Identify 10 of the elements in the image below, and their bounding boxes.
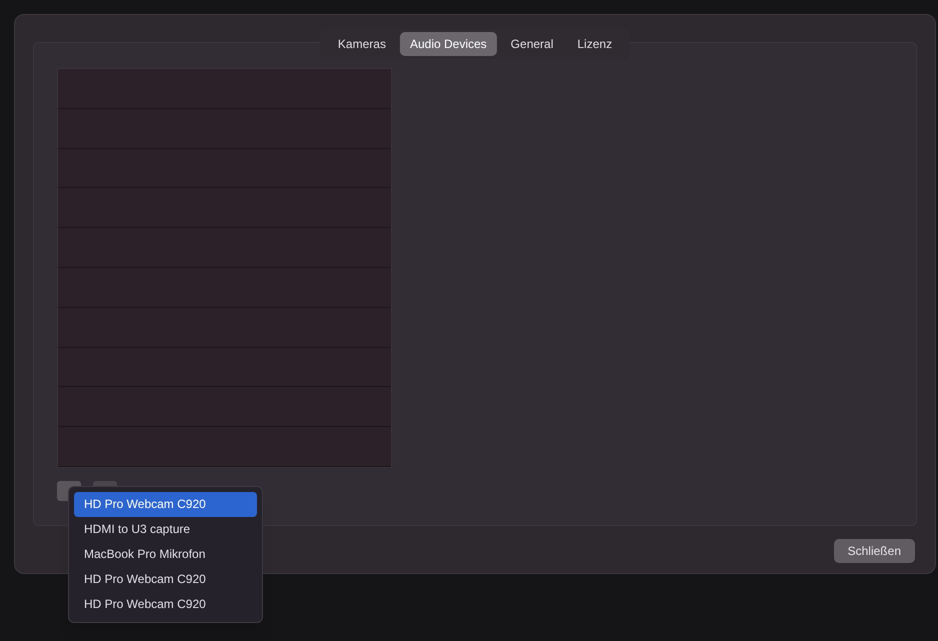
tab[interactable]: General — [500, 32, 564, 56]
menu-item[interactable]: HD Pro Webcam C920 — [74, 592, 257, 617]
tab[interactable]: Audio Devices — [400, 32, 497, 56]
menu-item[interactable]: MacBook Pro Mikrofon — [74, 542, 257, 567]
menu-item[interactable]: HDMI to U3 capture — [74, 517, 257, 542]
tab[interactable]: Kameras — [328, 32, 396, 56]
tab[interactable]: Lizenz — [567, 32, 622, 56]
menu-item[interactable]: HD Pro Webcam C920 — [74, 492, 257, 517]
menu-item[interactable]: HD Pro Webcam C920 — [74, 567, 257, 592]
close-button[interactable]: Schließen — [834, 539, 915, 563]
